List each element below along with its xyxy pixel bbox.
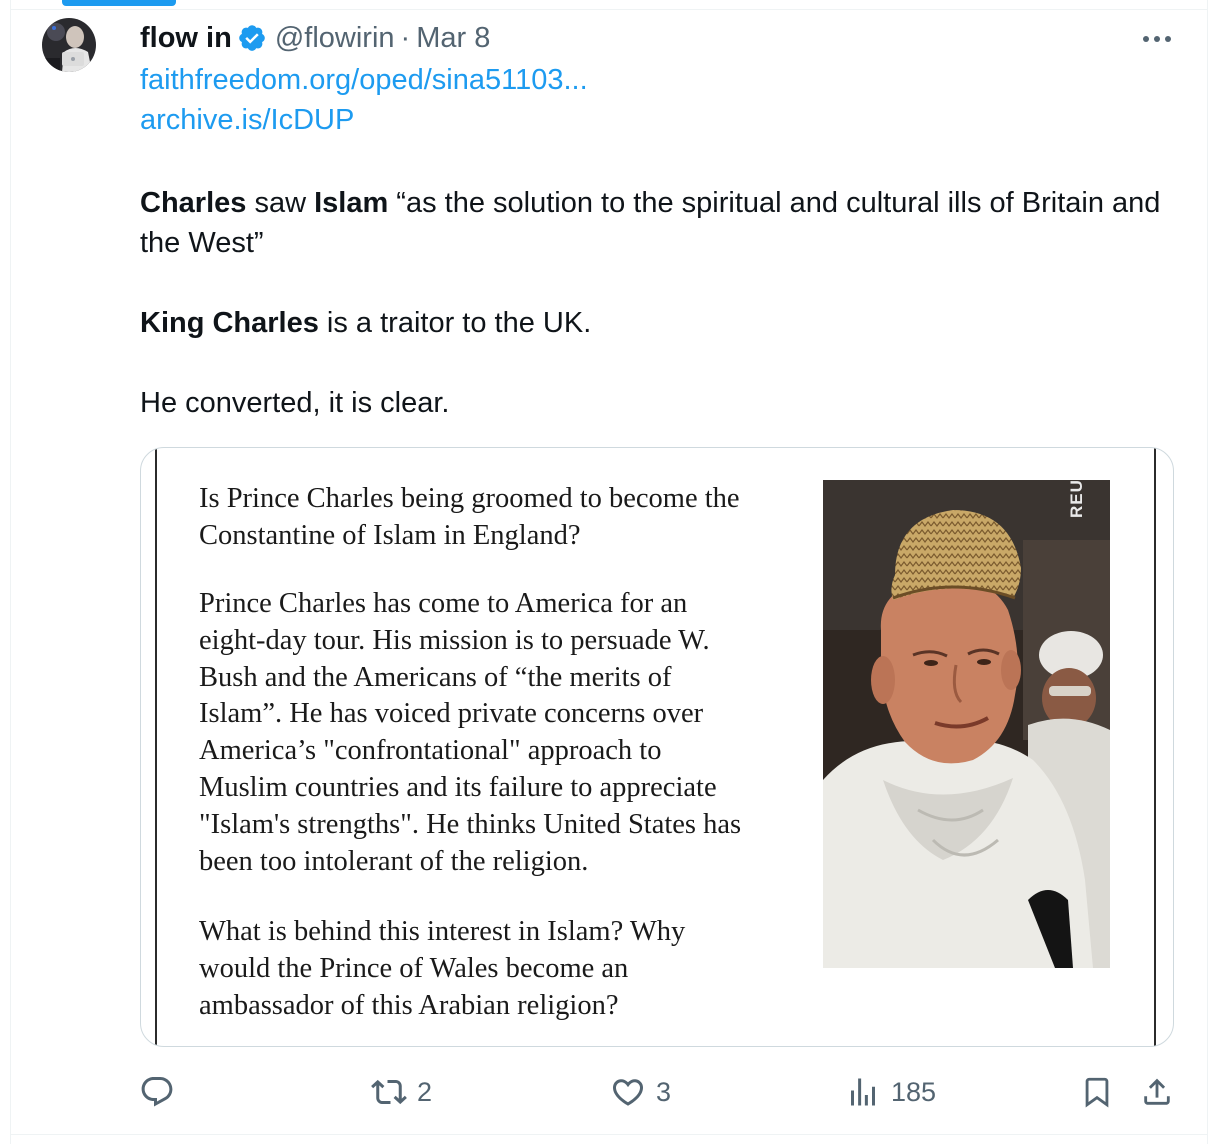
- scan-heading: Is Prince Charles being groomed to becom…: [199, 481, 740, 555]
- scan-line: been too intolerant of the religion.: [199, 845, 589, 877]
- like-button[interactable]: 3: [610, 1068, 671, 1116]
- timeline-border-right: [1207, 0, 1208, 1144]
- scan-line: eight-day tour. His mission is to persua…: [199, 624, 710, 656]
- scan-line: Islam”. He has voiced private concerns o…: [199, 698, 704, 730]
- timeline-border-left: [10, 0, 11, 1144]
- display-name[interactable]: flow in: [140, 22, 232, 55]
- reply-button[interactable]: [139, 1068, 185, 1116]
- tweet-divider-top: [10, 9, 1208, 10]
- handle[interactable]: @flowirin: [275, 22, 395, 55]
- photo-credit: REUTERS: [1067, 480, 1087, 518]
- bookmark-icon: [1080, 1075, 1114, 1109]
- link-faithfreedom[interactable]: faithfreedom.org/oped/sina51103...: [140, 64, 588, 97]
- scan-line: America’s "confrontational" approach to: [199, 735, 662, 767]
- share-icon: [1140, 1075, 1174, 1109]
- like-count: 3: [656, 1076, 672, 1107]
- views-button[interactable]: 185: [845, 1068, 936, 1116]
- scan-border-left: [155, 448, 157, 1046]
- scan-line: Prince Charles has come to America for a…: [199, 588, 688, 619]
- timestamp[interactable]: Mar 8: [416, 22, 490, 55]
- tweet-header: flow in @flowirin · Mar 8: [140, 20, 490, 56]
- text-span: saw: [246, 187, 315, 219]
- reply-icon: [139, 1074, 175, 1110]
- avatar[interactable]: [42, 18, 96, 72]
- scan-line: Muslim countries and its failure to appr…: [199, 771, 717, 803]
- scan-line: "Islam's strengths". He thinks United St…: [199, 808, 742, 840]
- scan-line: would the Prince of Wales become an: [199, 952, 629, 984]
- tweet-divider-bottom: [10, 1134, 1208, 1135]
- bold-text: Charles: [140, 187, 247, 219]
- scan-line: Is Prince Charles being groomed to becom…: [199, 483, 740, 514]
- news-photo: REUTERS: [823, 480, 1110, 968]
- tweet-text-paragraph-1: Charles saw Islam “as the solution to th…: [140, 183, 1190, 263]
- scan-line: What is behind this interest in Islam? W…: [199, 916, 686, 947]
- scan-line: Constantine of Islam in England?: [199, 519, 581, 551]
- more-icon[interactable]: [1140, 24, 1174, 54]
- active-tab-indicator: [62, 0, 176, 6]
- scan-question: What is behind this interest in Islam? W…: [199, 914, 685, 1024]
- tweet-text-paragraph-3: He converted, it is clear.: [140, 387, 450, 419]
- text-span: is a traitor to the UK.: [318, 307, 592, 339]
- tweet-text-paragraph-2: King Charles is a traitor to the UK.: [140, 303, 1190, 343]
- retweet-button[interactable]: 2: [371, 1068, 432, 1116]
- tweet-actions: 2 3 185: [0, 1068, 1210, 1116]
- like-icon: [610, 1074, 646, 1110]
- bookmark-button[interactable]: [1080, 1068, 1114, 1116]
- share-button[interactable]: [1140, 1068, 1174, 1116]
- bold-text: King Charles: [140, 307, 319, 339]
- separator-dot: ·: [400, 21, 411, 54]
- scan-paragraph: Prince Charles has come to America for a…: [199, 586, 741, 880]
- bold-text: Islam: [314, 187, 389, 219]
- views-icon: [845, 1074, 881, 1110]
- scan-line: Bush and the Americans of “the merits of: [199, 661, 672, 693]
- scan-border-right: [1154, 448, 1156, 1046]
- retweet-count: 2: [417, 1076, 433, 1107]
- retweet-icon: [371, 1074, 407, 1110]
- scan-line: ambassador of this Arabian religion?: [199, 989, 619, 1021]
- verified-badge-icon: [237, 23, 267, 53]
- media-image[interactable]: Is Prince Charles being groomed to becom…: [140, 447, 1174, 1047]
- views-count: 185: [891, 1076, 937, 1107]
- link-archive[interactable]: archive.is/IcDUP: [140, 104, 354, 137]
